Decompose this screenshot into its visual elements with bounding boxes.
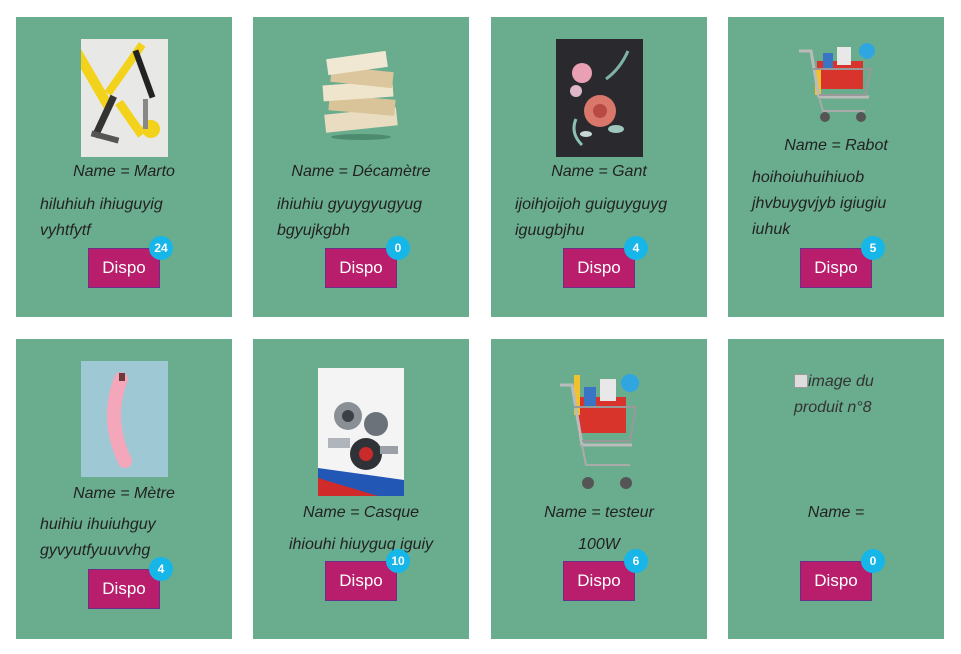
dispo-button-label: Dispo — [577, 258, 621, 277]
dispo-button-label: Dispo — [577, 571, 621, 590]
product-description: hiluhiuh ihiuguyig vyhtfytf — [40, 196, 163, 239]
dispo-button[interactable]: Dispo 5 — [800, 236, 885, 288]
product-image — [793, 39, 879, 129]
product-name: Name = Rabot — [784, 137, 888, 154]
broken-image: image du produit n°8 — [794, 369, 884, 421]
product-image — [555, 39, 643, 157]
count-badge: 5 — [861, 236, 885, 260]
product-card: image du produit n°8 Name = Dispo 0 — [728, 339, 944, 639]
dispo-button[interactable]: Dispo 4 — [563, 236, 648, 288]
product-description: ijoihjoijoh guiguyguyg iguugbjhu — [515, 196, 668, 239]
product-card: Name = Mètre huihiu ihuiuhguy gyvyutfyuu… — [16, 339, 232, 639]
product-image — [318, 368, 404, 496]
product-name: Name = Marto — [73, 163, 175, 180]
product-image — [319, 51, 403, 141]
product-card: Name = Casque ihiouhi hiuyguq iguiy Disp… — [253, 339, 469, 639]
count-badge: 4 — [149, 557, 173, 581]
dispo-button-label: Dispo — [814, 571, 858, 590]
dispo-button-label: Dispo — [814, 258, 858, 277]
product-card: Name = Rabot hoihoiuhuihiuob jhvbuygvjyb… — [728, 17, 944, 317]
product-card: Name = Décamètre ihiuhiu gyuygyugyug bgy… — [253, 17, 469, 317]
dispo-button[interactable]: Dispo 0 — [325, 236, 410, 288]
count-badge: 0 — [861, 549, 885, 573]
product-description: ihiuhiu gyuygyugyug bgyujkgbh — [277, 196, 422, 239]
product-card: Name = Marto hiluhiuh ihiuguyig vyhtfytf… — [16, 17, 232, 317]
count-badge: 10 — [386, 549, 410, 573]
dispo-button-label: Dispo — [102, 258, 146, 277]
product-card: Name = Gant ijoihjoijoh guiguyguyg iguug… — [491, 17, 707, 317]
count-badge: 4 — [624, 236, 648, 260]
product-name: Name = Gant — [551, 163, 647, 180]
dispo-button-label: Dispo — [339, 258, 383, 277]
dispo-button[interactable]: Dispo 6 — [563, 549, 648, 601]
product-name: Name = Décamètre — [291, 163, 431, 180]
count-badge: 0 — [386, 236, 410, 260]
broken-image-icon — [794, 374, 808, 388]
product-image — [80, 39, 168, 157]
count-badge: 6 — [624, 549, 648, 573]
dispo-button[interactable]: Dispo 10 — [325, 549, 410, 601]
dispo-button[interactable]: Dispo 4 — [88, 557, 173, 609]
product-description: 100W — [578, 536, 620, 553]
product-image — [80, 361, 168, 477]
product-description: ihiouhi hiuyguq iguiy — [288, 536, 434, 553]
dispo-button-label: Dispo — [339, 571, 383, 590]
product-name: Name = Mètre — [73, 485, 175, 502]
count-badge: 24 — [149, 236, 173, 260]
product-image — [556, 369, 642, 495]
product-description: huihiu ihuiuhguy gyvyutfyuuvvhg — [40, 516, 156, 559]
product-description: hoihoiuhuihiuob jhvbuygvjyb igiugiu iuhu… — [752, 169, 887, 238]
dispo-button[interactable]: Dispo 24 — [88, 236, 173, 288]
product-name: Name = Casque — [302, 504, 420, 521]
product-card: Name = testeur 100W Dispo 6 — [491, 339, 707, 639]
product-name: Name = testeur — [544, 504, 654, 521]
dispo-button[interactable]: Dispo 0 — [800, 549, 885, 601]
product-name: Name = — [807, 504, 865, 521]
dispo-button-label: Dispo — [102, 579, 146, 598]
